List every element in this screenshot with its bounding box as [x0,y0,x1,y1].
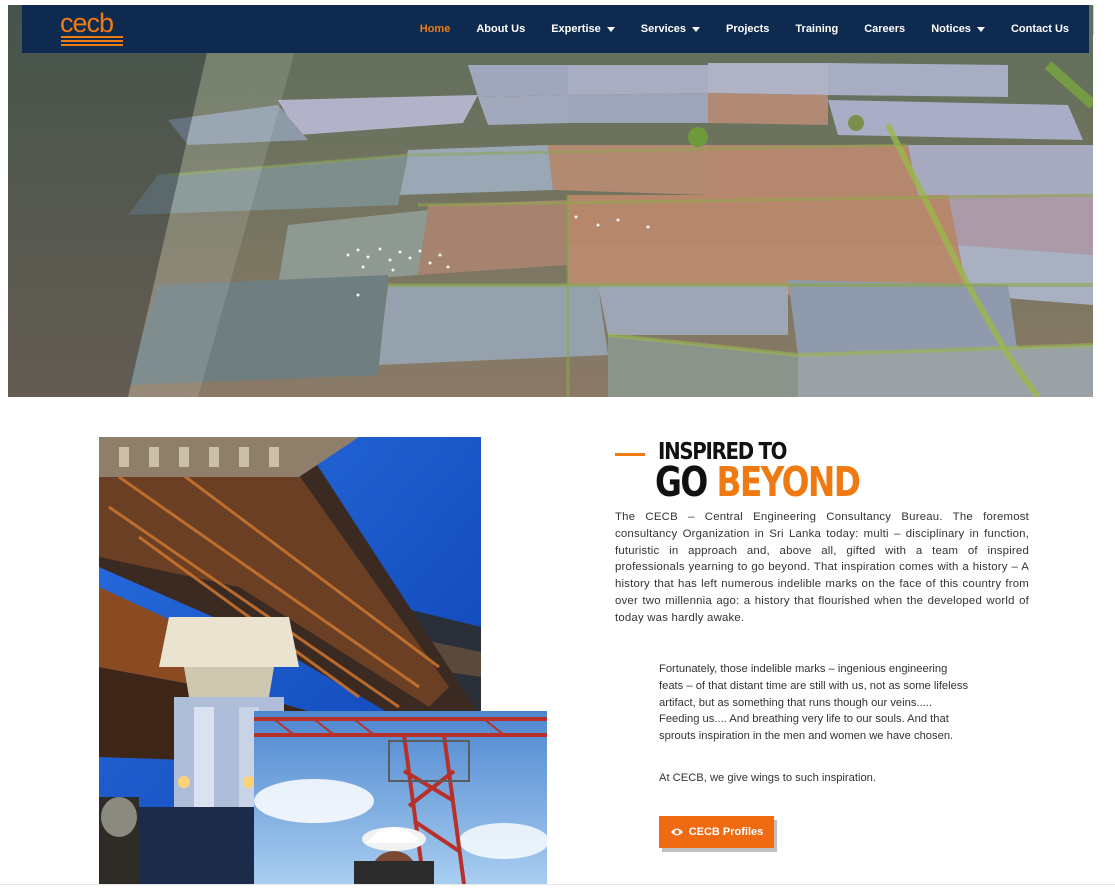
section-heading-line2: GO BEYOND [655,458,861,506]
nav-item-label: Contact Us [1010,23,1069,35]
nav-item-contact-us[interactable]: Contact Us [1011,23,1069,35]
nav-item-expertise[interactable]: Expertise [551,23,615,35]
nav-item-training[interactable]: Training [795,23,838,35]
main-nav: Home About Us Expertise Services Projects Tra… [394,5,1069,53]
nav-item-label: Notices [931,23,971,35]
bottom-divider [0,884,1115,885]
logo-text: cecb [60,8,114,38]
heading-accent-word: BEYOND [716,458,861,506]
cecb-profiles-label: CECB Profiles [688,826,764,838]
nav-item-label: Home [419,23,451,35]
nav-item-label: Projects [726,23,770,35]
heading-accent-line [615,453,645,456]
nav-item-services[interactable]: Services [641,23,700,35]
nav-item-notices[interactable]: Notices [931,23,985,35]
nav-item-projects[interactable]: Projects [726,23,769,35]
heading-plain-word: GO [655,458,708,506]
chevron-down-icon [692,26,700,32]
tagline-paragraph: At CECB, we give wings to such inspirati… [659,772,877,784]
divider [1093,5,1094,35]
nav-item-label: Services [640,23,686,35]
chevron-down-icon [976,26,985,32]
nav-item-careers[interactable]: Careers [864,23,905,35]
eye-icon [670,828,683,836]
nav-item-label: Careers [864,23,906,35]
page: cecb Home About Us Expertise Services Projec… [0,0,1115,889]
nav-item-home[interactable]: Home [420,23,451,35]
logo-stripes [61,36,123,48]
site-header: cecb Home About Us Expertise Services Projec… [22,5,1089,53]
nav-item-label: About Us [476,23,526,35]
hero-image [8,5,1093,397]
nav-item-about-us[interactable]: About Us [476,23,525,35]
nav-item-label: Training [795,23,839,35]
chevron-down-icon [606,26,615,32]
cecb-profiles-button[interactable]: CECB Profiles [659,816,774,848]
cecb-logo[interactable]: cecb [60,8,124,48]
nav-item-label: Expertise [551,23,601,35]
intro-paragraph: The CECB – Central Engineering Consultan… [615,511,1029,624]
history-paragraph: Fortunately, those indelible marks – ing… [659,663,969,743]
engineer-crane-image [254,711,547,884]
